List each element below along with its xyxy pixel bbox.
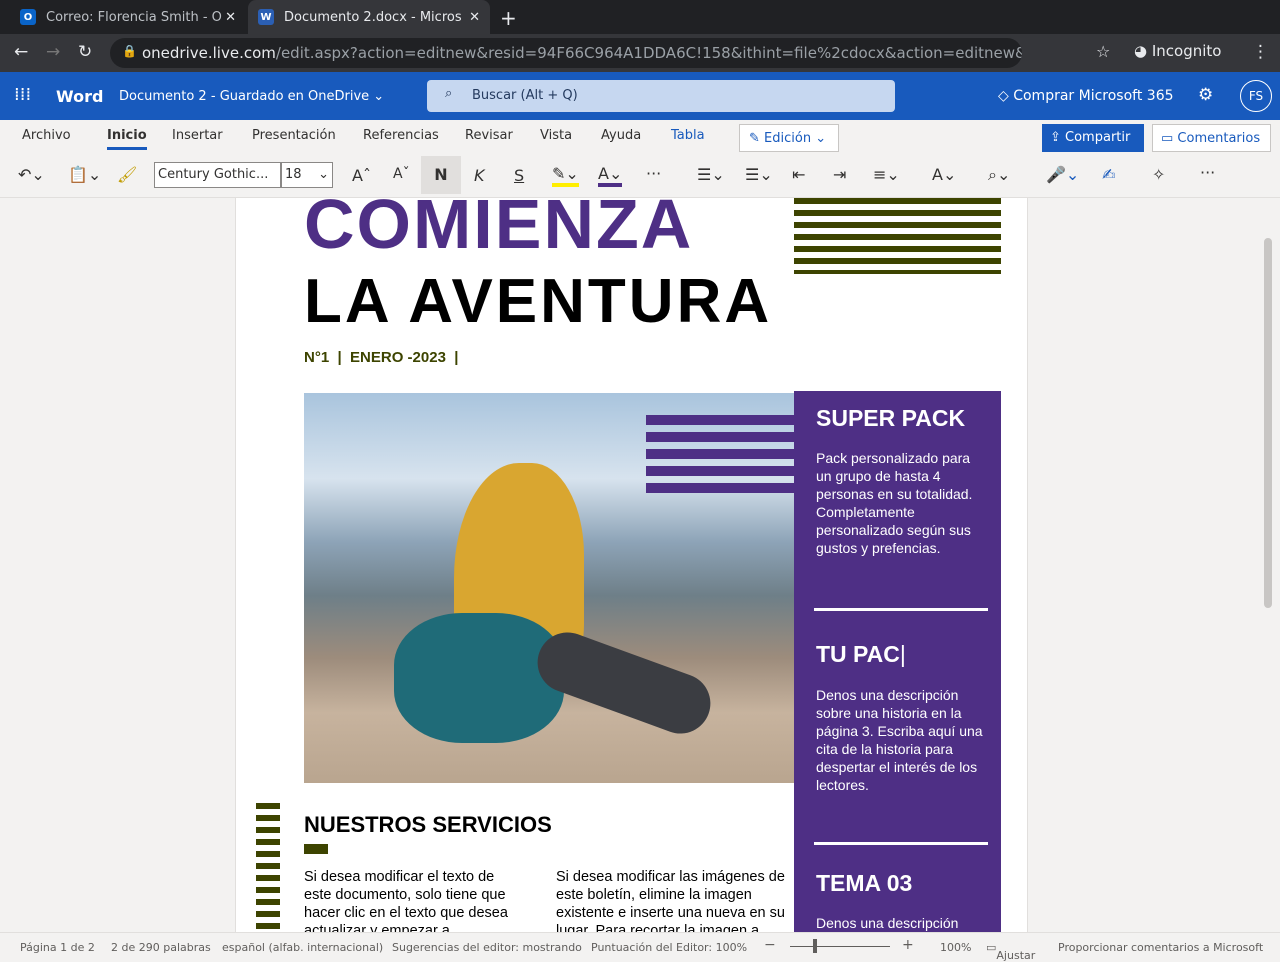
star-icon[interactable]: ☆ bbox=[1096, 42, 1110, 61]
word-count[interactable]: 2 de 290 palabras bbox=[111, 941, 211, 954]
close-tab-icon[interactable]: ✕ bbox=[469, 10, 480, 25]
comments-button[interactable]: ▭ Comentarios bbox=[1152, 124, 1271, 152]
back-icon[interactable]: ← bbox=[14, 42, 28, 62]
new-tab-button[interactable]: + bbox=[500, 6, 517, 30]
sidebar-panel: SUPER PACK Pack personalizado para un gr… bbox=[794, 391, 1001, 932]
italic-button[interactable]: K bbox=[474, 166, 485, 185]
close-tab-icon[interactable]: ✕ bbox=[225, 10, 236, 25]
search-input[interactable]: ⌕ Buscar (Alt + Q) bbox=[427, 80, 895, 112]
settings-icon[interactable]: ⚙ bbox=[1198, 85, 1213, 105]
shrink-font-icon[interactable]: Aˇ bbox=[393, 166, 410, 182]
bullets-icon[interactable]: ☰⌄ bbox=[697, 165, 725, 184]
designer-icon[interactable]: ✧ bbox=[1152, 165, 1165, 184]
divider bbox=[814, 842, 988, 845]
feedback-link[interactable]: Proporcionar comentarios a Microsoft bbox=[1058, 941, 1263, 954]
font-size-select[interactable]: 18 ⌄ bbox=[281, 162, 333, 188]
menu-icon[interactable]: ⋮ bbox=[1252, 42, 1269, 62]
styles-icon[interactable]: A⌄ bbox=[932, 165, 956, 184]
tab-archivo[interactable]: Archivo bbox=[22, 128, 71, 143]
zoom-level: 100% bbox=[940, 941, 972, 954]
sidebar-text: Denos una descripción sobre una historia… bbox=[816, 687, 983, 793]
numbering-icon[interactable]: ☰⌄ bbox=[745, 165, 773, 184]
reload-icon[interactable]: ↻ bbox=[78, 42, 92, 62]
undo-icon[interactable]: ↶⌄ bbox=[18, 165, 45, 184]
decorative-stripes bbox=[794, 198, 1001, 274]
app-launcher-icon[interactable]: ⁞⁞⁞ bbox=[14, 84, 31, 105]
url-input[interactable]: onedrive.live.com/edit.aspx?action=editn… bbox=[110, 38, 1022, 68]
document-page[interactable]: COMIENZA LA AVENTURA N°1 | ENERO -2023 |… bbox=[235, 198, 1028, 932]
sidebar-heading: SUPER PACK bbox=[816, 405, 966, 431]
more-options-icon[interactable]: ··· bbox=[1200, 163, 1215, 182]
sidebar-text: Pack personalizado para un grupo de hast… bbox=[816, 450, 973, 556]
page-count: Página 1 de 2 bbox=[20, 941, 95, 954]
format-painter-icon[interactable]: 🖌 bbox=[117, 165, 137, 184]
editing-mode-dropdown[interactable]: ✎ Edición ⌄ bbox=[739, 124, 839, 152]
sidebar-heading-editing[interactable]: TU PAC| bbox=[816, 641, 906, 668]
align-icon[interactable]: ≡⌄ bbox=[873, 165, 900, 184]
zoom-slider[interactable] bbox=[790, 946, 890, 947]
search-icon: ⌕ bbox=[445, 86, 453, 101]
title-line-2: LA AVENTURA bbox=[304, 267, 773, 336]
sidebar-text: Denos una descripción bbox=[816, 915, 959, 931]
more-font-options[interactable]: ··· bbox=[646, 164, 661, 183]
font-color-icon[interactable]: A⌄ bbox=[598, 164, 623, 187]
heading-accent bbox=[304, 844, 328, 854]
forward-icon[interactable]: → bbox=[46, 42, 60, 62]
section-heading: NUESTROS SERVICIOS bbox=[304, 812, 552, 837]
underline-button[interactable]: S bbox=[514, 166, 524, 185]
editor-suggestions[interactable]: Sugerencias del editor: mostrando bbox=[392, 941, 582, 954]
scrollbar[interactable] bbox=[1264, 238, 1272, 608]
sidebar-heading: TEMA 03 bbox=[816, 870, 913, 896]
word-icon: W bbox=[258, 9, 274, 25]
tab-referencias[interactable]: Referencias bbox=[363, 128, 439, 143]
body-column-2: Si desea modificar las imágenes de este … bbox=[556, 869, 785, 932]
tab-insertar[interactable]: Insertar bbox=[172, 128, 223, 143]
grow-font-icon[interactable]: Aˆ bbox=[352, 166, 371, 185]
find-icon[interactable]: ⌕⌄ bbox=[988, 165, 1010, 185]
tab-presentacion[interactable]: Presentación bbox=[252, 128, 336, 143]
paste-icon[interactable]: 📋⌄ bbox=[68, 165, 101, 184]
language[interactable]: español (alfab. internacional) bbox=[222, 941, 383, 954]
tab-inicio[interactable]: Inicio bbox=[107, 128, 147, 150]
avatar[interactable]: FS bbox=[1240, 80, 1272, 112]
decrease-indent-icon[interactable]: ⇤ bbox=[792, 165, 805, 184]
tab-tabla[interactable]: Tabla bbox=[671, 128, 705, 143]
editor-icon[interactable]: ✍ bbox=[1102, 165, 1115, 184]
increase-indent-icon[interactable]: ⇥ bbox=[833, 165, 846, 184]
zoom-out-button[interactable]: − bbox=[764, 937, 776, 953]
address-bar-area: ← → ↻ onedrive.live.com/edit.aspx?action… bbox=[0, 34, 1280, 72]
tab-documento[interactable]: W Documento 2.docx - Micros ✕ bbox=[248, 0, 490, 34]
divider bbox=[814, 608, 988, 611]
zoom-slider-thumb[interactable] bbox=[813, 939, 817, 953]
outlook-icon: O bbox=[20, 9, 36, 25]
status-bar: Página 1 de 2 2 de 290 palabras español … bbox=[0, 932, 1280, 962]
decorative-bars bbox=[646, 415, 796, 495]
highlight-icon[interactable]: ✎⌄ bbox=[552, 164, 579, 187]
font-family-select[interactable]: Century Gothic... bbox=[154, 162, 281, 188]
app-name: Word bbox=[56, 87, 104, 106]
word-header: ⁞⁞⁞ Word Documento 2 - Guardado en OneDr… bbox=[0, 72, 1280, 120]
title-line-1: COMIENZA bbox=[304, 198, 694, 263]
lock-icon: 🔒 bbox=[122, 44, 137, 58]
buy-microsoft-365-link[interactable]: ◇ Comprar Microsoft 365 bbox=[998, 88, 1174, 104]
issue-info: N°1 | ENERO -2023 | bbox=[304, 349, 459, 366]
decorative-stripes bbox=[256, 803, 280, 932]
bold-button[interactable]: N bbox=[421, 156, 461, 194]
incognito-badge[interactable]: ◕ Incognito bbox=[1134, 42, 1221, 60]
tab-revisar[interactable]: Revisar bbox=[465, 128, 513, 143]
tab-vista[interactable]: Vista bbox=[540, 128, 572, 143]
fit-button[interactable]: ▭ Ajustar bbox=[986, 941, 1035, 962]
dictate-icon[interactable]: 🎤⌄ bbox=[1046, 165, 1079, 184]
editor-score[interactable]: Puntuación del Editor: 100% bbox=[591, 941, 747, 954]
share-button[interactable]: ⇪ Compartir bbox=[1042, 124, 1144, 152]
browser-tab-bar: O Correo: Florencia Smith - O ✕ W Documento… bbox=[0, 0, 1280, 34]
tab-correo[interactable]: O Correo: Florencia Smith - O ✕ bbox=[10, 0, 246, 34]
tab-ayuda[interactable]: Ayuda bbox=[601, 128, 641, 143]
body-column-1: Si desea modificar el texto de este docu… bbox=[304, 869, 508, 932]
zoom-in-button[interactable]: + bbox=[902, 937, 914, 953]
document-title[interactable]: Documento 2 - Guardado en OneDrive ⌄ bbox=[119, 89, 384, 104]
